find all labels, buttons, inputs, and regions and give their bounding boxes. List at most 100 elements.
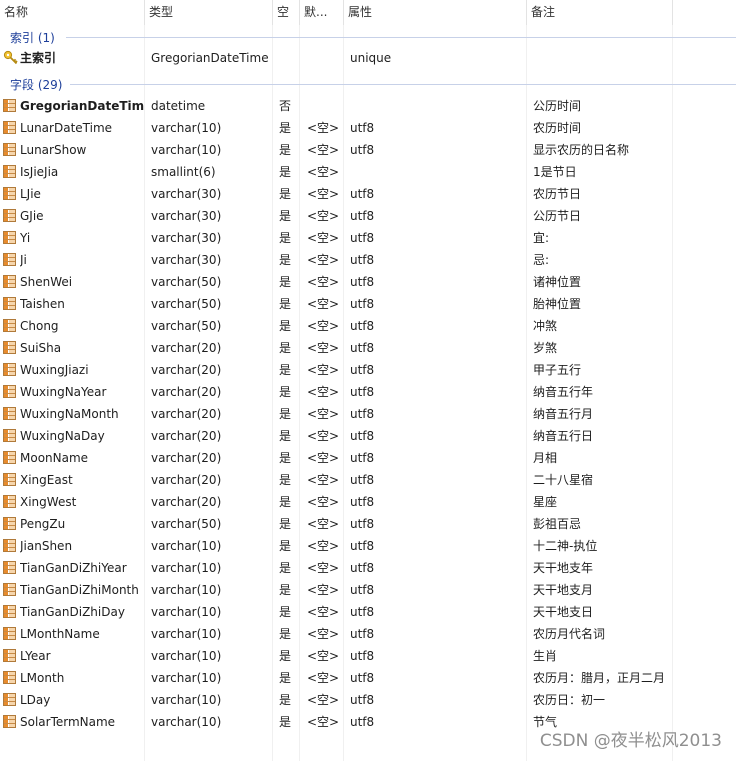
field-charset: utf8 <box>350 341 375 355</box>
table-field-icon <box>3 319 16 332</box>
table-field-icon <box>3 407 16 420</box>
field-name: XingWest <box>20 495 77 509</box>
table-field-icon <box>3 209 16 222</box>
field-row[interactable]: LJie varchar(30) 是 <空> utf8 农历节日 <box>0 183 736 205</box>
field-row[interactable]: Taishen varchar(50) 是 <空> utf8 胎神位置 <box>0 293 736 315</box>
field-default: <空> <box>307 385 340 399</box>
field-row[interactable]: WuxingJiazi varchar(20) 是 <空> utf8 甲子五行 <box>0 359 736 381</box>
table-field-icon <box>3 495 16 508</box>
field-row[interactable]: ShenWei varchar(50) 是 <空> utf8 诸神位置 <box>0 271 736 293</box>
field-row[interactable]: Yi varchar(30) 是 <空> utf8 宜: <box>0 227 736 249</box>
column-header-attr[interactable]: 属性 <box>344 0 527 25</box>
field-name: LMonthName <box>20 627 100 641</box>
field-row[interactable]: TianGanDiZhiDay varchar(10) 是 <空> utf8 天干地支日 <box>0 601 736 623</box>
field-default: <空> <box>307 297 340 311</box>
field-row[interactable]: PengZu varchar(50) 是 <空> utf8 彭祖百忌 <box>0 513 736 535</box>
field-type: varchar(30) <box>151 231 222 245</box>
field-row[interactable]: SuiSha varchar(20) 是 <空> utf8 岁煞 <box>0 337 736 359</box>
column-header-note[interactable]: 备注 <box>527 0 673 25</box>
field-row[interactable]: JianShen varchar(10) 是 <空> utf8 十二神-执位 <box>0 535 736 557</box>
field-comment: 甲子五行 <box>533 363 582 377</box>
field-default: <空> <box>307 319 340 333</box>
field-type: varchar(10) <box>151 539 222 553</box>
field-row[interactable]: TianGanDiZhiYear varchar(10) 是 <空> utf8 天干地支年 <box>0 557 736 579</box>
field-charset: utf8 <box>350 121 375 135</box>
field-type: varchar(30) <box>151 187 222 201</box>
field-row[interactable]: LunarShow varchar(10) 是 <空> utf8 显示农历的日名称 <box>0 139 736 161</box>
field-row[interactable]: LunarDateTime varchar(10) 是 <空> utf8 农历时间 <box>0 117 736 139</box>
column-header-name[interactable]: 名称 <box>0 0 145 25</box>
field-comment: 冲煞 <box>533 319 558 333</box>
field-row[interactable]: GJie varchar(30) 是 <空> utf8 公历节日 <box>0 205 736 227</box>
field-row[interactable]: GregorianDateTime datetime 否 公历时间 <box>0 95 736 117</box>
field-nullable: 是 <box>279 231 292 245</box>
field-type: varchar(10) <box>151 649 222 663</box>
field-default: <空> <box>307 649 340 663</box>
field-row[interactable]: WuxingNaDay varchar(20) 是 <空> utf8 纳音五行日 <box>0 425 736 447</box>
field-row[interactable]: LDay varchar(10) 是 <空> utf8 农历日：初一 <box>0 689 736 711</box>
field-name: LMonth <box>20 671 65 685</box>
field-name: MoonName <box>20 451 89 465</box>
field-charset: utf8 <box>350 385 375 399</box>
column-header-default[interactable]: 默... <box>300 0 344 25</box>
field-comment: 忌: <box>533 253 550 267</box>
field-row[interactable]: LYear varchar(10) 是 <空> utf8 生肖 <box>0 645 736 667</box>
field-type: varchar(20) <box>151 363 222 377</box>
field-comment: 显示农历的日名称 <box>533 143 630 157</box>
table-field-icon <box>3 627 16 640</box>
field-name: Taishen <box>20 297 65 311</box>
field-default: <空> <box>307 583 340 597</box>
field-nullable: 是 <box>279 121 292 135</box>
field-type: datetime <box>151 99 206 113</box>
field-row[interactable]: WuxingNaMonth varchar(20) 是 <空> utf8 纳音五行月 <box>0 403 736 425</box>
field-default: <空> <box>307 253 340 267</box>
field-default: <空> <box>307 627 340 641</box>
table-field-icon <box>3 253 16 266</box>
field-comment: 胎神位置 <box>533 297 582 311</box>
field-row[interactable]: TianGanDiZhiMonth varchar(10) 是 <空> utf8 天干地支… <box>0 579 736 601</box>
field-row[interactable]: LMonth varchar(10) 是 <空> utf8 农历月：腊月，正月二月 <box>0 667 736 689</box>
field-nullable: 是 <box>279 495 292 509</box>
field-default: <空> <box>307 539 340 553</box>
field-type: varchar(20) <box>151 385 222 399</box>
field-row[interactable]: Chong varchar(50) 是 <空> utf8 冲煞 <box>0 315 736 337</box>
field-comment: 农历月代名词 <box>533 627 606 641</box>
table-field-icon <box>3 451 16 464</box>
table-field-icon <box>3 583 16 596</box>
field-charset: utf8 <box>350 561 375 575</box>
field-name: WuxingJiazi <box>20 363 89 377</box>
field-comment: 1是节日 <box>533 165 577 179</box>
table-field-icon <box>3 99 16 112</box>
table-field-icon <box>3 363 16 376</box>
field-charset: utf8 <box>350 693 375 707</box>
field-charset: utf8 <box>350 143 375 157</box>
field-name: TianGanDiZhiYear <box>20 561 127 575</box>
field-row[interactable]: LMonthName varchar(10) 是 <空> utf8 农历月代名词 <box>0 623 736 645</box>
index-row[interactable]: 主索引 GregorianDateTime unique <box>0 47 736 69</box>
field-comment: 岁煞 <box>533 341 558 355</box>
field-row[interactable]: XingWest varchar(20) 是 <空> utf8 星座 <box>0 491 736 513</box>
field-comment: 星座 <box>533 495 558 509</box>
field-nullable: 是 <box>279 517 292 531</box>
index-type: unique <box>350 51 392 65</box>
field-comment: 天干地支日 <box>533 605 594 619</box>
field-row[interactable]: IsJieJia smallint(6) 是 <空> 1是节日 <box>0 161 736 183</box>
field-name: WuxingNaYear <box>20 385 107 399</box>
field-comment: 月相 <box>533 451 558 465</box>
table-field-icon <box>3 693 16 706</box>
index-group-header[interactable]: 索引 (1) <box>0 26 736 46</box>
field-row[interactable]: WuxingNaYear varchar(20) 是 <空> utf8 纳音五行年 <box>0 381 736 403</box>
field-row[interactable]: MoonName varchar(20) 是 <空> utf8 月相 <box>0 447 736 469</box>
field-type: varchar(10) <box>151 561 222 575</box>
field-charset: utf8 <box>350 671 375 685</box>
field-name: XingEast <box>20 473 73 487</box>
field-charset: utf8 <box>350 473 375 487</box>
field-name: Chong <box>20 319 59 333</box>
field-default: <空> <box>307 143 340 157</box>
field-name: LDay <box>20 693 51 707</box>
column-header-null[interactable]: 空 <box>273 0 300 25</box>
field-group-header[interactable]: 字段 (29) <box>0 73 736 93</box>
field-row[interactable]: Ji varchar(30) 是 <空> utf8 忌: <box>0 249 736 271</box>
column-header-type[interactable]: 类型 <box>145 0 273 25</box>
field-row[interactable]: XingEast varchar(20) 是 <空> utf8 二十八星宿 <box>0 469 736 491</box>
